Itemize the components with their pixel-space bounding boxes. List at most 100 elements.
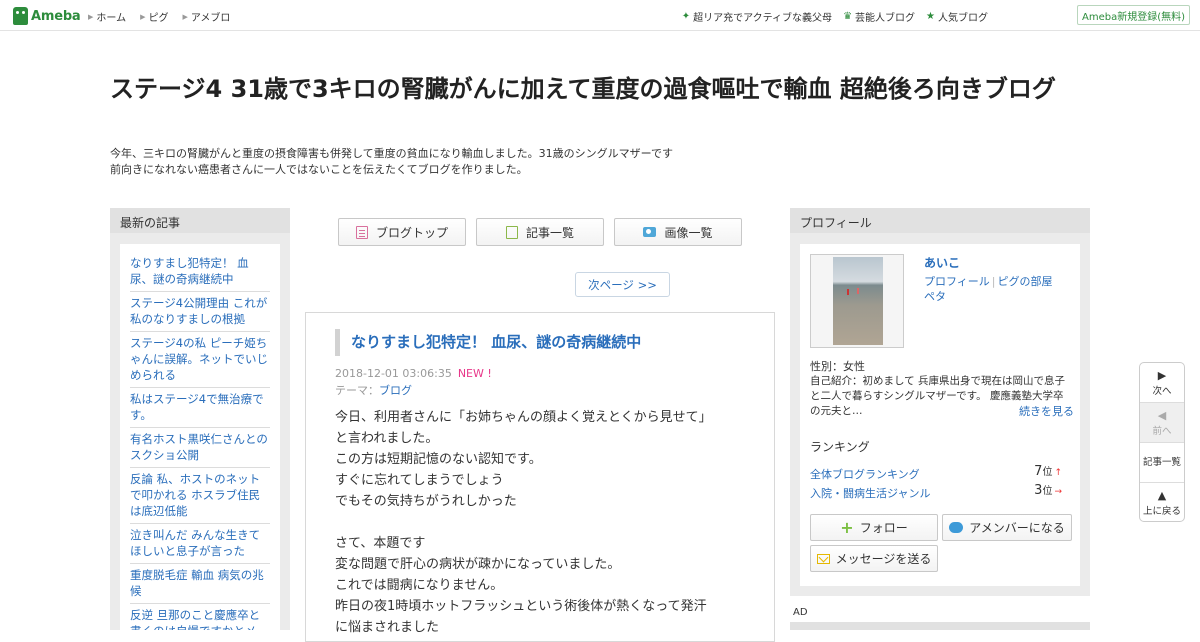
profile-name[interactable]: あいこ [924, 254, 960, 271]
ranking-unit: 位 [1042, 486, 1053, 497]
recent-article-link[interactable]: 反論 私、ホストのネットで叩かれる ホスラブ住民は底辺低能 [130, 468, 270, 524]
article-text-line: この方は短期記憶のない認知です。 [335, 452, 542, 467]
article-list-button[interactable]: 記事一覧 [476, 218, 604, 246]
theme-link[interactable]: ブログ [379, 384, 412, 397]
profile-panel: プロフィール あいこ プロフィール | ピグの部屋 ペタ 性別：女性 自己紹介：初め… [790, 208, 1090, 596]
ameba-logo-icon [13, 7, 28, 25]
nav-pigg-label: ピグ [148, 13, 169, 24]
blog-title[interactable]: ステージ4 31歳で3キロの腎臓がんに加えて重度の過食嘔吐で輸血 超絶後ろ向きブ… [110, 72, 1090, 106]
ranking-unit: 位 [1042, 467, 1053, 478]
recent-article-link[interactable]: 有名ホスト黒咲仁さんとのスクショ公開 [130, 428, 270, 468]
recent-article-link[interactable]: 泣き叫んだ みんな生きてほしいと息子が言った [130, 524, 270, 564]
peta-link[interactable]: ペタ [924, 290, 946, 303]
recent-article-link[interactable]: 重度脱毛症 輸血 病気の兆候 [130, 564, 270, 604]
floating-pager: ▶ 次へ ◀ 前へ 記事一覧 ▲ 上に戻る [1139, 362, 1185, 522]
article-list-label: 記事一覧 [525, 225, 574, 240]
ameba-logo[interactable]: Ameba [13, 6, 81, 26]
recent-articles-panel: 最新の記事 なりすまし犯特定！ 血尿、謎の奇病継続中 ステージ4公開理由 これが… [110, 208, 290, 630]
next-page-button[interactable]: 次ページ >> [575, 272, 670, 297]
link-celebrity-blog[interactable]: ♛ 芸能人ブログ [843, 9, 915, 24]
pager-prev-button[interactable]: ◀ 前へ [1140, 403, 1184, 443]
read-more-link[interactable]: 続きを見る [1015, 403, 1074, 419]
pager-top-button[interactable]: ▲ 上に戻る [1140, 483, 1184, 521]
ad-label: AD [793, 607, 808, 618]
link-popular-blog[interactable]: ★ 人気ブログ [926, 9, 988, 24]
article-text-line: でもその気持ちがうれしかった [335, 494, 517, 509]
blog-top-button[interactable]: ブログトップ [338, 218, 466, 246]
pager-prev-label: 前へ [1152, 426, 1172, 437]
crown-icon: ♛ [843, 11, 853, 22]
image-list-button[interactable]: 画像一覧 [614, 218, 742, 246]
link-separator: | [991, 275, 996, 288]
global-header: Ameba ▶ ホーム ▶ ピグ ▶ アメブロ ✦ 超リア充でアクティブな義父母 ♛ 芸能… [0, 0, 1200, 31]
arrow-up-icon: ▲ [1157, 489, 1167, 502]
recent-article-link[interactable]: ステージ4公開理由 これが私のなりすましの根拠 [130, 292, 270, 332]
pigg-room-link[interactable]: ピグの部屋 [998, 275, 1053, 288]
nav-home-label: ホーム [96, 13, 127, 24]
link-popular-label: 人気ブログ [938, 13, 988, 24]
article-theme: テーマ：ブログ [335, 382, 412, 398]
avatar-photo [833, 257, 883, 345]
article-text-line: 今日、利用者さんに「お姉ちゃんの顔よく覚えとくから見せて」 [335, 410, 712, 425]
speech-bubble-icon [949, 522, 964, 533]
pager-top-label: 上に戻る [1142, 506, 1181, 517]
ranking-name[interactable]: 入院・闘病生活ジャンル [810, 487, 930, 500]
amember-button[interactable]: アメンバーになる [942, 514, 1072, 541]
recent-article-link[interactable]: 私はステージ4で無治療です。 [130, 388, 270, 428]
image-list-label: 画像一覧 [664, 225, 713, 240]
ranking-row: 全体ブログランキング 7位 ↑ [810, 463, 1072, 482]
profile-heading: プロフィール [790, 208, 1090, 233]
profile-gender: 性別：女性 [810, 360, 865, 373]
pager-next-button[interactable]: ▶ 次へ [1140, 363, 1184, 403]
follow-button[interactable]: + フォロー [810, 514, 938, 541]
header-links: ✦ 超リア充でアクティブな義父母 ♛ 芸能人ブログ ★ 人気ブログ [671, 9, 988, 24]
article-timestamp: 2018-12-01 03:06:35 [335, 367, 452, 380]
sparkle-icon: ✦ [681, 11, 691, 22]
ranking-row: 入院・闘病生活ジャンル 3位 → [810, 482, 1072, 501]
avatar[interactable] [810, 254, 904, 348]
play-left-icon: ◀ [1157, 409, 1167, 422]
follow-label: フォロー [859, 521, 908, 535]
ranking-heading: ランキング [810, 440, 870, 454]
plus-icon: + [840, 518, 854, 537]
star-icon: ★ [926, 11, 935, 22]
ranking-value: 3位 → [1034, 482, 1062, 498]
ranking-value: 7位 ↑ [1034, 463, 1062, 479]
recent-article-link[interactable]: なりすまし犯特定！ 血尿、謎の奇病継続中 [130, 252, 270, 292]
link-featured-blog[interactable]: ✦ 超リア充でアクティブな義父母 [682, 9, 832, 24]
trend-flat-icon: → [1054, 487, 1062, 497]
recent-article-link[interactable]: ステージ4の私 ピーチ姫ちゃんに誤解。ネットでいじめられる [130, 332, 270, 388]
next-panel-header [790, 622, 1090, 630]
nav-ameblo[interactable]: ▶ アメブロ [182, 9, 231, 25]
article-text-line: 変な問題で肝心の病状が疎かになっていました。 [335, 557, 621, 572]
article-title[interactable]: なりすまし犯特定！ 血尿、謎の奇病継続中 [335, 329, 755, 356]
pager-list-button[interactable]: 記事一覧 [1140, 443, 1184, 483]
document-icon [355, 225, 368, 239]
profile-link[interactable]: プロフィール [924, 275, 990, 288]
recent-article-link[interactable]: 反逆 旦那のこと慶應卒と書くのは自慢ですかとメ [130, 604, 270, 630]
pager-next-label: 次へ [1152, 386, 1172, 397]
article-body: 今日、利用者さんに「お姉ちゃんの顔よく覚えとくから見せて」 と言われました。 こ… [335, 407, 755, 638]
nav-pigg[interactable]: ▶ ピグ [140, 9, 169, 25]
ranking-name[interactable]: 全体ブログランキング [810, 468, 920, 481]
article-text-line: に悩まされました [335, 620, 440, 635]
nav-ameblo-label: アメブロ [190, 13, 231, 24]
description-line: 前向きになれない癌患者さんに一人ではないことを伝えたくてブログを作りました。 [110, 163, 528, 176]
blog-description: 今年、三キロの腎臓がんと重度の摂食障害も併発して重度の貧血になり輸血しました。3… [110, 146, 750, 178]
message-button[interactable]: メッセージを送る [810, 545, 938, 572]
link-featured-label: 超リア充でアクティブな義父母 [693, 13, 833, 24]
blog-top-label: ブログトップ [375, 225, 448, 240]
register-button[interactable]: Ameba新規登録(無料) [1077, 5, 1190, 25]
logo-text: Ameba [31, 8, 81, 24]
nav-home[interactable]: ▶ ホーム [88, 9, 127, 25]
new-badge: NEW ! [457, 367, 492, 380]
caret-right-icon: ▶ [88, 12, 94, 21]
recent-articles-list: なりすまし犯特定！ 血尿、謎の奇病継続中 ステージ4公開理由 これが私のなりすま… [120, 244, 280, 630]
article-text-line: 昨日の夜1時頃ホットフラッシュという術後体が熱くなって発汗 [335, 599, 707, 614]
trend-up-icon: ↑ [1054, 468, 1062, 478]
camera-icon [643, 227, 657, 237]
article-text-line: さて、本題です [335, 536, 426, 551]
amember-label: アメンバーになる [969, 521, 1065, 535]
article-date: 2018-12-01 03:06:35 NEW ! [335, 367, 492, 380]
global-nav: ▶ ホーム ▶ ピグ ▶ アメブロ [88, 9, 244, 25]
